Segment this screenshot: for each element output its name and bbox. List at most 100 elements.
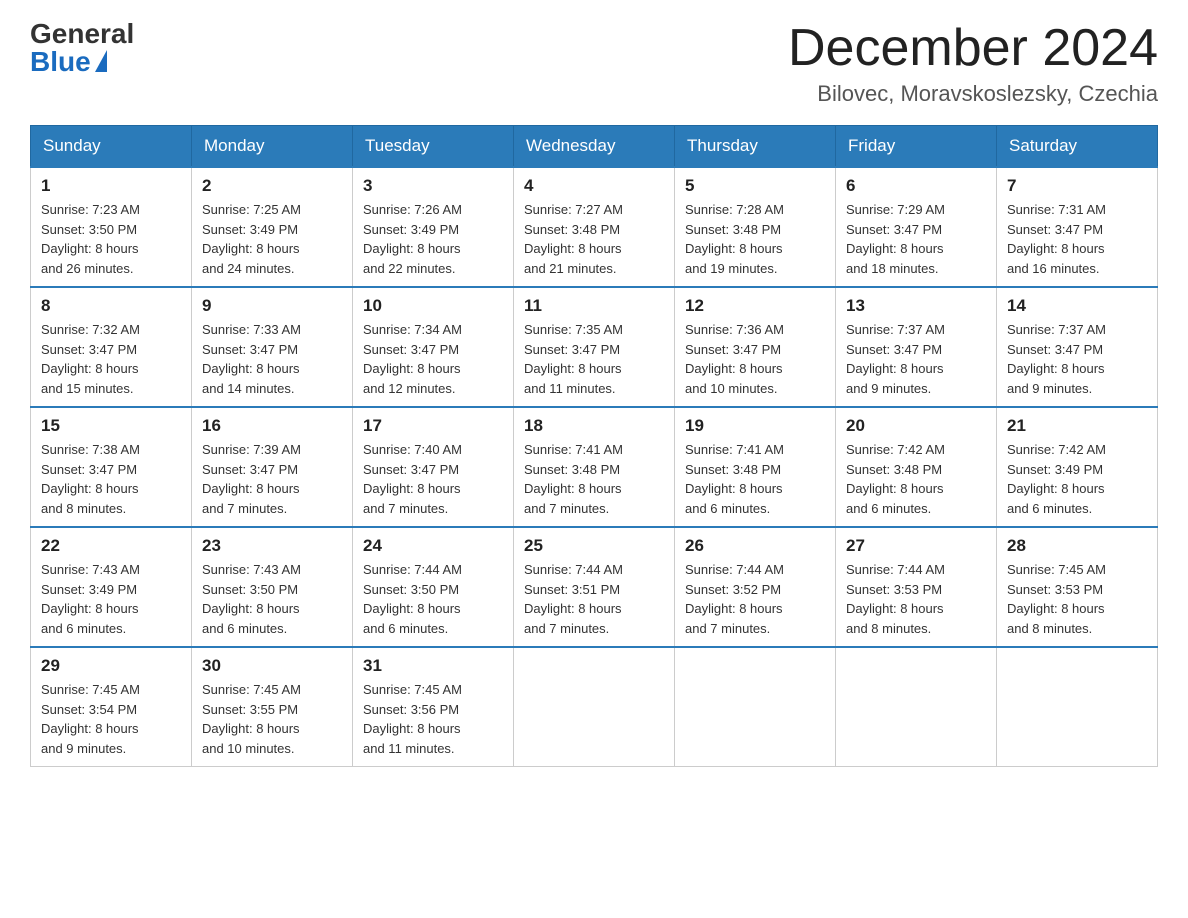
day-info: Sunrise: 7:45 AMSunset: 3:53 PMDaylight:… — [1007, 560, 1147, 638]
day-number: 17 — [363, 416, 503, 436]
header: General Blue December 2024 Bilovec, Mora… — [30, 20, 1158, 107]
day-number: 16 — [202, 416, 342, 436]
day-number: 14 — [1007, 296, 1147, 316]
calendar-cell: 26Sunrise: 7:44 AMSunset: 3:52 PMDayligh… — [675, 527, 836, 647]
day-info: Sunrise: 7:41 AMSunset: 3:48 PMDaylight:… — [685, 440, 825, 518]
calendar-cell: 20Sunrise: 7:42 AMSunset: 3:48 PMDayligh… — [836, 407, 997, 527]
day-info: Sunrise: 7:41 AMSunset: 3:48 PMDaylight:… — [524, 440, 664, 518]
day-number: 27 — [846, 536, 986, 556]
week-row-4: 22 Sunrise: 7:43 AMSunset: 3:49 PMDayligh… — [31, 527, 1158, 647]
weekday-header-sunday: Sunday — [31, 126, 192, 168]
day-number: 2 — [202, 176, 342, 196]
day-info: Sunrise: 7:44 AMSunset: 3:53 PMDaylight:… — [846, 560, 986, 638]
logo-general-text: General — [30, 20, 134, 48]
calendar-cell — [514, 647, 675, 767]
calendar-cell: 22 Sunrise: 7:43 AMSunset: 3:49 PMDayligh… — [31, 527, 192, 647]
day-info: Sunrise: 7:45 AMSunset: 3:56 PMDaylight:… — [363, 680, 503, 758]
day-number: 29 — [41, 656, 181, 676]
calendar-cell: 17Sunrise: 7:40 AMSunset: 3:47 PMDayligh… — [353, 407, 514, 527]
day-info: Sunrise: 7:45 AMSunset: 3:55 PMDaylight:… — [202, 680, 342, 758]
calendar-cell: 12Sunrise: 7:36 AMSunset: 3:47 PMDayligh… — [675, 287, 836, 407]
logo-triangle-icon — [95, 50, 107, 72]
day-info: Sunrise: 7:43 AMSunset: 3:49 PMDaylight:… — [41, 560, 181, 638]
day-number: 10 — [363, 296, 503, 316]
day-number: 5 — [685, 176, 825, 196]
calendar-cell: 25Sunrise: 7:44 AMSunset: 3:51 PMDayligh… — [514, 527, 675, 647]
calendar-cell: 27 Sunrise: 7:44 AMSunset: 3:53 PMDayligh… — [836, 527, 997, 647]
day-number: 11 — [524, 296, 664, 316]
calendar-cell: 8 Sunrise: 7:32 AMSunset: 3:47 PMDaylight… — [31, 287, 192, 407]
calendar-cell: 10 Sunrise: 7:34 AMSunset: 3:47 PMDayligh… — [353, 287, 514, 407]
day-number: 23 — [202, 536, 342, 556]
day-number: 3 — [363, 176, 503, 196]
calendar-cell: 7 Sunrise: 7:31 AMSunset: 3:47 PMDaylight… — [997, 167, 1158, 287]
calendar-cell: 21 Sunrise: 7:42 AMSunset: 3:49 PMDayligh… — [997, 407, 1158, 527]
day-info: Sunrise: 7:25 AMSunset: 3:49 PMDaylight:… — [202, 200, 342, 278]
day-info: Sunrise: 7:43 AMSunset: 3:50 PMDaylight:… — [202, 560, 342, 638]
day-info: Sunrise: 7:23 AMSunset: 3:50 PMDaylight:… — [41, 200, 181, 278]
day-info: Sunrise: 7:34 AMSunset: 3:47 PMDaylight:… — [363, 320, 503, 398]
day-info: Sunrise: 7:37 AMSunset: 3:47 PMDaylight:… — [846, 320, 986, 398]
week-row-3: 15Sunrise: 7:38 AMSunset: 3:47 PMDayligh… — [31, 407, 1158, 527]
day-number: 28 — [1007, 536, 1147, 556]
location-title: Bilovec, Moravskoslezsky, Czechia — [788, 81, 1158, 107]
day-number: 24 — [363, 536, 503, 556]
day-number: 7 — [1007, 176, 1147, 196]
day-info: Sunrise: 7:31 AMSunset: 3:47 PMDaylight:… — [1007, 200, 1147, 278]
calendar-cell: 3 Sunrise: 7:26 AMSunset: 3:49 PMDaylight… — [353, 167, 514, 287]
calendar-cell: 30 Sunrise: 7:45 AMSunset: 3:55 PMDayligh… — [192, 647, 353, 767]
calendar-cell: 29 Sunrise: 7:45 AMSunset: 3:54 PMDayligh… — [31, 647, 192, 767]
day-number: 30 — [202, 656, 342, 676]
day-info: Sunrise: 7:38 AMSunset: 3:47 PMDaylight:… — [41, 440, 181, 518]
calendar-cell: 24 Sunrise: 7:44 AMSunset: 3:50 PMDayligh… — [353, 527, 514, 647]
day-info: Sunrise: 7:35 AMSunset: 3:47 PMDaylight:… — [524, 320, 664, 398]
day-number: 4 — [524, 176, 664, 196]
calendar-cell: 6Sunrise: 7:29 AMSunset: 3:47 PMDaylight… — [836, 167, 997, 287]
day-info: Sunrise: 7:42 AMSunset: 3:49 PMDaylight:… — [1007, 440, 1147, 518]
logo-blue-text: Blue — [30, 48, 107, 76]
day-info: Sunrise: 7:36 AMSunset: 3:47 PMDaylight:… — [685, 320, 825, 398]
day-info: Sunrise: 7:37 AMSunset: 3:47 PMDaylight:… — [1007, 320, 1147, 398]
calendar-cell: 2 Sunrise: 7:25 AMSunset: 3:49 PMDaylight… — [192, 167, 353, 287]
day-number: 22 — [41, 536, 181, 556]
weekday-header-tuesday: Tuesday — [353, 126, 514, 168]
calendar-cell: 13 Sunrise: 7:37 AMSunset: 3:47 PMDayligh… — [836, 287, 997, 407]
day-info: Sunrise: 7:32 AMSunset: 3:47 PMDaylight:… — [41, 320, 181, 398]
day-number: 18 — [524, 416, 664, 436]
weekday-header-wednesday: Wednesday — [514, 126, 675, 168]
day-info: Sunrise: 7:45 AMSunset: 3:54 PMDaylight:… — [41, 680, 181, 758]
calendar-cell: 1Sunrise: 7:23 AMSunset: 3:50 PMDaylight… — [31, 167, 192, 287]
day-info: Sunrise: 7:27 AMSunset: 3:48 PMDaylight:… — [524, 200, 664, 278]
weekday-header-monday: Monday — [192, 126, 353, 168]
calendar-cell: 11 Sunrise: 7:35 AMSunset: 3:47 PMDayligh… — [514, 287, 675, 407]
day-number: 31 — [363, 656, 503, 676]
day-number: 8 — [41, 296, 181, 316]
day-number: 20 — [846, 416, 986, 436]
calendar-cell: 9Sunrise: 7:33 AMSunset: 3:47 PMDaylight… — [192, 287, 353, 407]
day-info: Sunrise: 7:44 AMSunset: 3:50 PMDaylight:… — [363, 560, 503, 638]
calendar-cell: 19Sunrise: 7:41 AMSunset: 3:48 PMDayligh… — [675, 407, 836, 527]
calendar-cell: 31 Sunrise: 7:45 AMSunset: 3:56 PMDayligh… — [353, 647, 514, 767]
weekday-header-saturday: Saturday — [997, 126, 1158, 168]
title-area: December 2024 Bilovec, Moravskoslezsky, … — [788, 20, 1158, 107]
calendar-cell — [675, 647, 836, 767]
calendar-table: SundayMondayTuesdayWednesdayThursdayFrid… — [30, 125, 1158, 767]
day-info: Sunrise: 7:33 AMSunset: 3:47 PMDaylight:… — [202, 320, 342, 398]
logo: General Blue — [30, 20, 134, 76]
day-number: 21 — [1007, 416, 1147, 436]
month-title: December 2024 — [788, 20, 1158, 77]
day-number: 13 — [846, 296, 986, 316]
day-info: Sunrise: 7:28 AMSunset: 3:48 PMDaylight:… — [685, 200, 825, 278]
weekday-header-thursday: Thursday — [675, 126, 836, 168]
calendar-cell: 23 Sunrise: 7:43 AMSunset: 3:50 PMDayligh… — [192, 527, 353, 647]
day-number: 25 — [524, 536, 664, 556]
day-number: 26 — [685, 536, 825, 556]
calendar-cell — [836, 647, 997, 767]
week-row-1: 1Sunrise: 7:23 AMSunset: 3:50 PMDaylight… — [31, 167, 1158, 287]
day-info: Sunrise: 7:26 AMSunset: 3:49 PMDaylight:… — [363, 200, 503, 278]
calendar-cell: 4 Sunrise: 7:27 AMSunset: 3:48 PMDaylight… — [514, 167, 675, 287]
calendar-cell: 14 Sunrise: 7:37 AMSunset: 3:47 PMDayligh… — [997, 287, 1158, 407]
calendar-cell: 28 Sunrise: 7:45 AMSunset: 3:53 PMDayligh… — [997, 527, 1158, 647]
calendar-cell — [997, 647, 1158, 767]
day-number: 6 — [846, 176, 986, 196]
